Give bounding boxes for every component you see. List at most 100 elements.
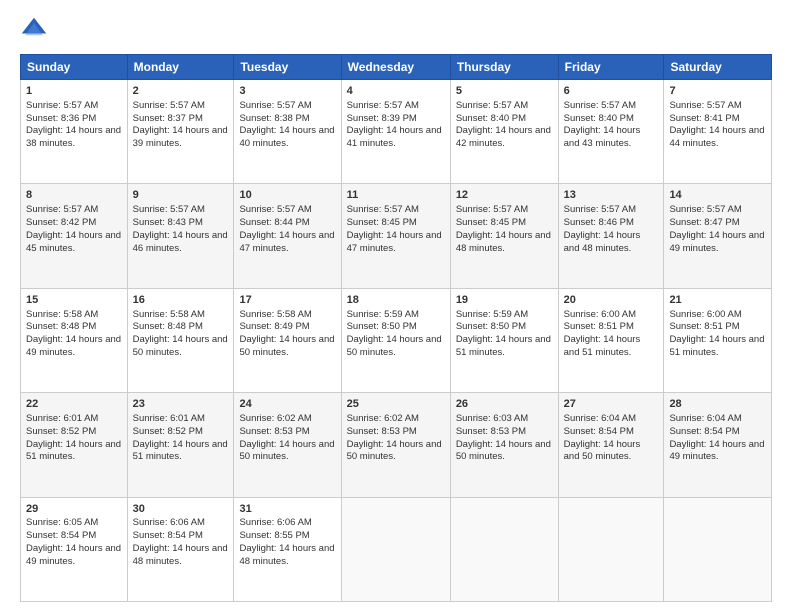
calendar-cell: 4Sunrise: 5:57 AMSunset: 8:39 PMDaylight… xyxy=(341,80,450,184)
day-number: 20 xyxy=(564,293,659,308)
day-info: Sunrise: 5:58 AMSunset: 8:48 PMDaylight:… xyxy=(133,309,229,360)
day-info: Sunrise: 5:57 AMSunset: 8:43 PMDaylight:… xyxy=(133,204,229,255)
calendar-cell: 12Sunrise: 5:57 AMSunset: 8:45 PMDayligh… xyxy=(450,184,558,288)
weekday-header-thursday: Thursday xyxy=(450,55,558,80)
calendar-cell: 28Sunrise: 6:04 AMSunset: 8:54 PMDayligh… xyxy=(664,393,772,497)
header xyxy=(20,16,772,44)
calendar-cell: 17Sunrise: 5:58 AMSunset: 8:49 PMDayligh… xyxy=(234,288,341,392)
day-number: 5 xyxy=(456,84,553,99)
day-info: Sunrise: 5:57 AMSunset: 8:44 PMDaylight:… xyxy=(239,204,335,255)
calendar-cell: 11Sunrise: 5:57 AMSunset: 8:45 PMDayligh… xyxy=(341,184,450,288)
calendar-cell: 13Sunrise: 5:57 AMSunset: 8:46 PMDayligh… xyxy=(558,184,664,288)
day-number: 12 xyxy=(456,188,553,203)
day-info: Sunrise: 6:00 AMSunset: 8:51 PMDaylight:… xyxy=(669,309,766,360)
day-info: Sunrise: 6:01 AMSunset: 8:52 PMDaylight:… xyxy=(133,413,229,464)
logo-icon xyxy=(20,16,48,44)
calendar-cell: 3Sunrise: 5:57 AMSunset: 8:38 PMDaylight… xyxy=(234,80,341,184)
day-info: Sunrise: 6:05 AMSunset: 8:54 PMDaylight:… xyxy=(26,517,122,568)
calendar-cell: 24Sunrise: 6:02 AMSunset: 8:53 PMDayligh… xyxy=(234,393,341,497)
day-info: Sunrise: 6:02 AMSunset: 8:53 PMDaylight:… xyxy=(239,413,335,464)
day-number: 17 xyxy=(239,293,335,308)
day-number: 13 xyxy=(564,188,659,203)
calendar-cell: 29Sunrise: 6:05 AMSunset: 8:54 PMDayligh… xyxy=(21,497,128,601)
calendar-cell: 10Sunrise: 5:57 AMSunset: 8:44 PMDayligh… xyxy=(234,184,341,288)
day-info: Sunrise: 5:57 AMSunset: 8:42 PMDaylight:… xyxy=(26,204,122,255)
day-number: 18 xyxy=(347,293,445,308)
day-number: 3 xyxy=(239,84,335,99)
day-number: 23 xyxy=(133,397,229,412)
day-info: Sunrise: 5:58 AMSunset: 8:48 PMDaylight:… xyxy=(26,309,122,360)
day-number: 28 xyxy=(669,397,766,412)
weekday-header-monday: Monday xyxy=(127,55,234,80)
calendar-cell: 8Sunrise: 5:57 AMSunset: 8:42 PMDaylight… xyxy=(21,184,128,288)
day-info: Sunrise: 6:03 AMSunset: 8:53 PMDaylight:… xyxy=(456,413,553,464)
day-info: Sunrise: 5:58 AMSunset: 8:49 PMDaylight:… xyxy=(239,309,335,360)
calendar-cell: 19Sunrise: 5:59 AMSunset: 8:50 PMDayligh… xyxy=(450,288,558,392)
day-info: Sunrise: 5:59 AMSunset: 8:50 PMDaylight:… xyxy=(347,309,445,360)
calendar-cell: 16Sunrise: 5:58 AMSunset: 8:48 PMDayligh… xyxy=(127,288,234,392)
page: SundayMondayTuesdayWednesdayThursdayFrid… xyxy=(0,0,792,612)
day-info: Sunrise: 6:02 AMSunset: 8:53 PMDaylight:… xyxy=(347,413,445,464)
day-info: Sunrise: 6:00 AMSunset: 8:51 PMDaylight:… xyxy=(564,309,659,360)
day-number: 27 xyxy=(564,397,659,412)
logo xyxy=(20,16,52,44)
day-number: 19 xyxy=(456,293,553,308)
day-number: 8 xyxy=(26,188,122,203)
day-number: 2 xyxy=(133,84,229,99)
day-number: 4 xyxy=(347,84,445,99)
day-number: 30 xyxy=(133,502,229,517)
calendar-week-row: 15Sunrise: 5:58 AMSunset: 8:48 PMDayligh… xyxy=(21,288,772,392)
day-number: 22 xyxy=(26,397,122,412)
day-info: Sunrise: 6:06 AMSunset: 8:55 PMDaylight:… xyxy=(239,517,335,568)
day-info: Sunrise: 6:01 AMSunset: 8:52 PMDaylight:… xyxy=(26,413,122,464)
day-info: Sunrise: 5:57 AMSunset: 8:47 PMDaylight:… xyxy=(669,204,766,255)
day-number: 1 xyxy=(26,84,122,99)
calendar-cell xyxy=(341,497,450,601)
weekday-header-row: SundayMondayTuesdayWednesdayThursdayFrid… xyxy=(21,55,772,80)
weekday-header-tuesday: Tuesday xyxy=(234,55,341,80)
calendar-cell xyxy=(558,497,664,601)
calendar-week-row: 22Sunrise: 6:01 AMSunset: 8:52 PMDayligh… xyxy=(21,393,772,497)
day-number: 25 xyxy=(347,397,445,412)
calendar-cell: 18Sunrise: 5:59 AMSunset: 8:50 PMDayligh… xyxy=(341,288,450,392)
day-info: Sunrise: 6:04 AMSunset: 8:54 PMDaylight:… xyxy=(669,413,766,464)
day-info: Sunrise: 6:06 AMSunset: 8:54 PMDaylight:… xyxy=(133,517,229,568)
calendar-cell: 31Sunrise: 6:06 AMSunset: 8:55 PMDayligh… xyxy=(234,497,341,601)
day-number: 24 xyxy=(239,397,335,412)
calendar-week-row: 29Sunrise: 6:05 AMSunset: 8:54 PMDayligh… xyxy=(21,497,772,601)
calendar-cell: 27Sunrise: 6:04 AMSunset: 8:54 PMDayligh… xyxy=(558,393,664,497)
day-number: 29 xyxy=(26,502,122,517)
day-info: Sunrise: 5:57 AMSunset: 8:46 PMDaylight:… xyxy=(564,204,659,255)
calendar-cell: 26Sunrise: 6:03 AMSunset: 8:53 PMDayligh… xyxy=(450,393,558,497)
day-info: Sunrise: 5:57 AMSunset: 8:39 PMDaylight:… xyxy=(347,100,445,151)
day-info: Sunrise: 5:57 AMSunset: 8:45 PMDaylight:… xyxy=(347,204,445,255)
calendar-cell xyxy=(664,497,772,601)
calendar-cell: 21Sunrise: 6:00 AMSunset: 8:51 PMDayligh… xyxy=(664,288,772,392)
day-info: Sunrise: 5:57 AMSunset: 8:45 PMDaylight:… xyxy=(456,204,553,255)
day-info: Sunrise: 5:59 AMSunset: 8:50 PMDaylight:… xyxy=(456,309,553,360)
day-number: 15 xyxy=(26,293,122,308)
day-number: 14 xyxy=(669,188,766,203)
calendar-cell: 9Sunrise: 5:57 AMSunset: 8:43 PMDaylight… xyxy=(127,184,234,288)
calendar-cell: 23Sunrise: 6:01 AMSunset: 8:52 PMDayligh… xyxy=(127,393,234,497)
weekday-header-sunday: Sunday xyxy=(21,55,128,80)
day-info: Sunrise: 5:57 AMSunset: 8:36 PMDaylight:… xyxy=(26,100,122,151)
day-number: 16 xyxy=(133,293,229,308)
calendar-week-row: 1Sunrise: 5:57 AMSunset: 8:36 PMDaylight… xyxy=(21,80,772,184)
day-number: 9 xyxy=(133,188,229,203)
day-info: Sunrise: 5:57 AMSunset: 8:40 PMDaylight:… xyxy=(564,100,659,151)
calendar-cell: 1Sunrise: 5:57 AMSunset: 8:36 PMDaylight… xyxy=(21,80,128,184)
calendar-table: SundayMondayTuesdayWednesdayThursdayFrid… xyxy=(20,54,772,602)
day-number: 21 xyxy=(669,293,766,308)
calendar-week-row: 8Sunrise: 5:57 AMSunset: 8:42 PMDaylight… xyxy=(21,184,772,288)
calendar-cell: 6Sunrise: 5:57 AMSunset: 8:40 PMDaylight… xyxy=(558,80,664,184)
weekday-header-wednesday: Wednesday xyxy=(341,55,450,80)
day-number: 7 xyxy=(669,84,766,99)
day-info: Sunrise: 5:57 AMSunset: 8:37 PMDaylight:… xyxy=(133,100,229,151)
calendar-cell: 15Sunrise: 5:58 AMSunset: 8:48 PMDayligh… xyxy=(21,288,128,392)
day-number: 26 xyxy=(456,397,553,412)
calendar-cell: 2Sunrise: 5:57 AMSunset: 8:37 PMDaylight… xyxy=(127,80,234,184)
day-number: 6 xyxy=(564,84,659,99)
calendar-cell: 20Sunrise: 6:00 AMSunset: 8:51 PMDayligh… xyxy=(558,288,664,392)
calendar-cell: 14Sunrise: 5:57 AMSunset: 8:47 PMDayligh… xyxy=(664,184,772,288)
